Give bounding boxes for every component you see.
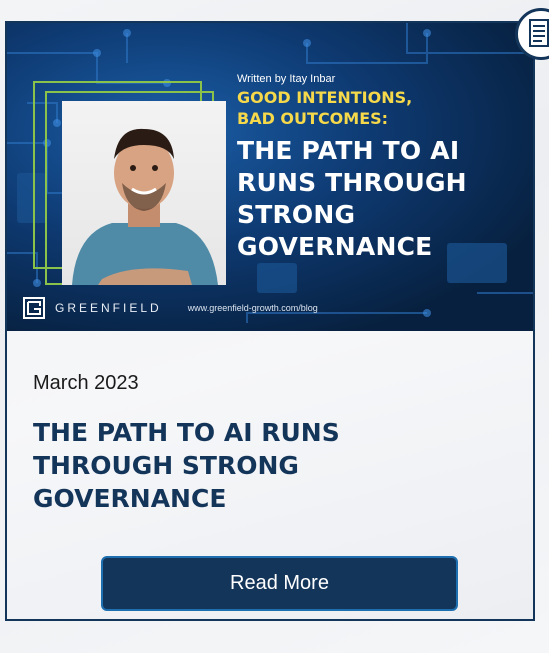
- post-title-line: THE PATH TO AI RUNS: [33, 418, 340, 447]
- hero-headline-line: GOVERNANCE: [237, 232, 433, 261]
- greenfield-logo-icon: [23, 297, 45, 319]
- author-photo: [62, 101, 226, 285]
- post-date: March 2023: [33, 372, 139, 394]
- document-icon[interactable]: [515, 8, 549, 60]
- hero-banner-image[interactable]: Written by Itay Inbar GOOD INTENTIONS, B…: [7, 23, 533, 331]
- hero-headline-line: THE PATH TO AI: [237, 136, 460, 165]
- post-title-line: THROUGH STRONG: [33, 451, 299, 480]
- blog-card[interactable]: Written by Itay Inbar GOOD INTENTIONS, B…: [5, 21, 535, 621]
- read-more-button[interactable]: Read More: [101, 556, 458, 611]
- hero-headline-line: RUNS THROUGH: [237, 168, 467, 197]
- blog-url: www.greenfield-growth.com/blog: [187, 303, 318, 313]
- author-byline: Written by Itay Inbar: [237, 73, 336, 85]
- hero-subtitle-line: BAD OUTCOMES:: [237, 109, 389, 128]
- hero-subtitle-line: GOOD INTENTIONS,: [237, 88, 413, 107]
- post-title[interactable]: THE PATH TO AI RUNS THROUGH STRONG GOVER…: [33, 416, 503, 515]
- hero-headline-line: STRONG: [237, 200, 356, 229]
- post-title-line: GOVERNANCE: [33, 484, 227, 513]
- brand-footer: GREENFIELD www.greenfield-growth.com/blo…: [23, 297, 318, 319]
- hero-text-block: Written by Itay Inbar GOOD INTENTIONS, B…: [237, 73, 467, 263]
- brand-name: GREENFIELD: [55, 301, 162, 315]
